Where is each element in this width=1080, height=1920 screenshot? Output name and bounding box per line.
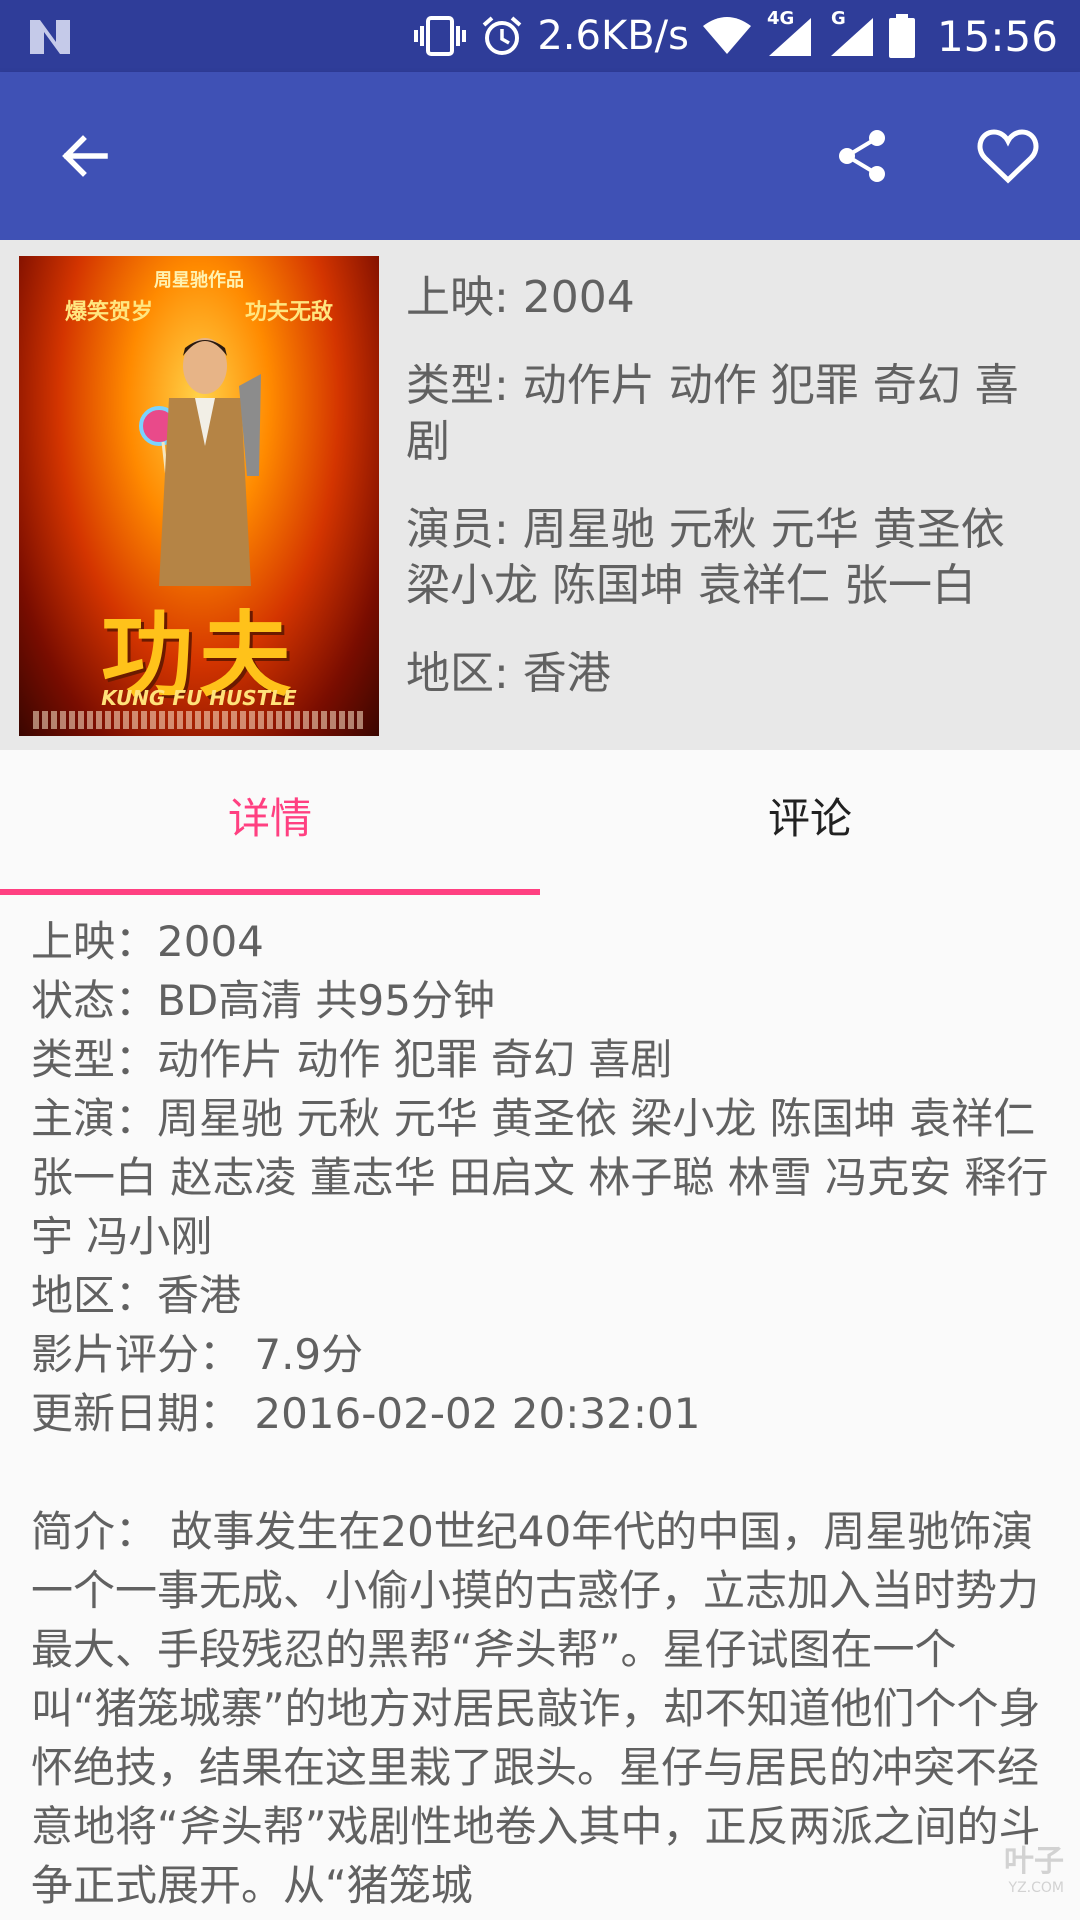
poster-figure [139, 338, 261, 586]
detail-spacer [31, 1443, 1051, 1502]
app-bar [0, 72, 1080, 240]
tab-bar: 详情 评论 [0, 750, 1080, 895]
poster-credit: 周星驰作品 [154, 270, 244, 291]
detail-genre: 类型：动作片 动作 犯罪 奇幻 喜剧 [31, 1035, 673, 1084]
poster-fine-print [33, 711, 365, 729]
movie-summary: 上映: 2004 类型: 动作片 动作 犯罪 奇幻 喜剧 演员: 周星驰 元秋 … [406, 270, 1056, 734]
signal-icon [768, 18, 811, 56]
tab-comments[interactable]: 评论 [540, 750, 1080, 895]
battery-icon [888, 14, 915, 58]
alarm-icon [483, 16, 522, 55]
summary-release: 上映: 2004 [406, 272, 635, 323]
wifi-icon [702, 17, 751, 54]
watermark: 叶子 YZ.COM [1004, 1836, 1064, 1896]
movie-header: 周星驰作品 爆笑贺岁 功夫无敌 功夫 KUNG FU HUSTLE 上映: 20… [0, 240, 1080, 750]
detail-release: 上映：2004 [31, 917, 264, 966]
detail-synopsis: 简介： 故事发生在20世纪40年代的中国，周星驰饰演一个一事无成、小偷小摸的古惑… [31, 1507, 1041, 1910]
back-arrow-icon [62, 135, 108, 177]
details-panel: 上映：2004 状态：BD高清 共95分钟 类型：动作片 动作 犯罪 奇幻 喜剧… [31, 912, 1051, 1915]
poster-subtitle: KUNG FU HUSTLE [101, 686, 297, 710]
tab-indicator [0, 889, 540, 895]
poster-slogan: 爆笑贺岁 功夫无敌 [19, 294, 379, 326]
summary-cast: 演员: 周星驰 元秋 元华 黄圣依 梁小龙 陈国坤 袁祥仁 张一白 [406, 504, 1005, 611]
watermark-text: 叶子 [1004, 1844, 1064, 1879]
n-logo-icon [30, 20, 70, 54]
poster-slogan-left: 爆笑贺岁 [64, 300, 153, 325]
summary-region: 地区: 香港 [406, 648, 611, 699]
detail-rating: 影片评分： 7.9分 [31, 1330, 364, 1379]
back-button[interactable] [42, 114, 126, 198]
net-speed: 2.6KB/s [537, 13, 689, 59]
signal-icon [830, 18, 873, 56]
status-icons: 2.6KB/s 4G G 15:56 [413, 0, 1058, 72]
status-time: 15:56 [936, 11, 1058, 61]
signal-4g: 4G [765, 8, 813, 58]
detail-cast: 主演：周星驰 元秋 元华 黄圣依 梁小龙 陈国坤 袁祥仁 张一白 赵志凌 董志华… [31, 1094, 1049, 1261]
summary-genre: 类型: 动作片 动作 犯罪 奇幻 喜剧 [406, 360, 1019, 467]
status-bar: 2.6KB/s 4G G 15:56 [0, 0, 1080, 72]
poster-slogan-right: 功夫无敌 [244, 300, 333, 325]
watermark-sub: YZ.COM [1008, 1880, 1064, 1896]
share-button[interactable] [821, 114, 905, 198]
share-icon [839, 130, 885, 182]
signal-g: G [827, 8, 875, 58]
tab-details[interactable]: 详情 [0, 750, 540, 895]
favorite-button[interactable] [966, 114, 1050, 198]
detail-region: 地区：香港 [31, 1271, 242, 1320]
heart-icon [977, 129, 1039, 184]
detail-updated: 更新日期： 2016-02-02 20:32:01 [31, 1389, 701, 1438]
detail-status: 状态：BD高清 共95分钟 [31, 976, 495, 1025]
movie-poster[interactable]: 周星驰作品 爆笑贺岁 功夫无敌 功夫 KUNG FU HUSTLE [19, 256, 379, 736]
vibrate-icon [414, 16, 467, 56]
